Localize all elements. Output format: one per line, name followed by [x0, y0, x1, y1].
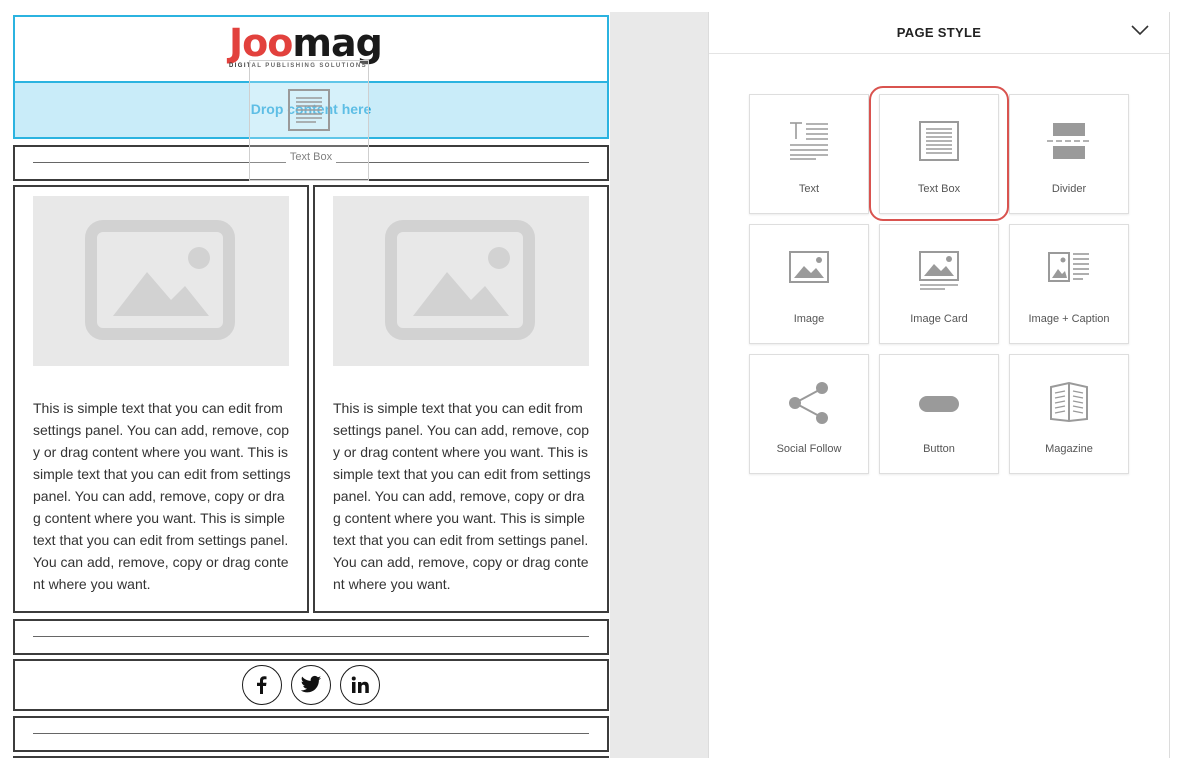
tile-label: Text [798, 183, 820, 195]
divider-icon [1047, 123, 1091, 159]
tile-image-caption[interactable]: Image + Caption [1009, 224, 1129, 344]
chevron-down-icon[interactable] [1131, 24, 1149, 36]
image-caption-icon [1048, 252, 1089, 282]
text-icon [790, 122, 828, 160]
social-follow-block[interactable] [13, 659, 609, 711]
divider-line [33, 636, 589, 637]
tile-label: Button [923, 443, 955, 455]
dragging-textbox-ghost[interactable] [249, 60, 369, 181]
panel-title: PAGE STYLE [896, 25, 982, 40]
tile-magazine[interactable]: Magazine [1009, 354, 1129, 474]
tile-label: Image [793, 313, 825, 325]
tile-label: Image Card [910, 313, 968, 325]
image-placeholder-icon [385, 220, 535, 340]
tile-label: Magazine [1045, 443, 1093, 455]
logo-red-part: Joo [229, 21, 293, 65]
facebook-icon[interactable] [242, 665, 282, 705]
content-column-right[interactable]: This is simple text that you can edit fr… [313, 185, 609, 613]
share-icon [789, 382, 828, 424]
tile-button[interactable]: Button [879, 354, 999, 474]
linkedin-icon[interactable] [340, 665, 380, 705]
magazine-icon [1050, 381, 1088, 423]
email-editor: Joomag DIGITAL PUBLISHING SOLUTIONS Drop… [0, 0, 1182, 758]
tile-image-card[interactable]: Image Card [879, 224, 999, 344]
image-placeholder[interactable] [333, 196, 589, 366]
tile-divider[interactable]: Divider [1009, 94, 1129, 214]
divider-line [33, 733, 589, 734]
image-placeholder[interactable] [33, 196, 289, 366]
logo-dark-part: mag [292, 21, 382, 65]
image-icon [789, 251, 829, 283]
social-icons-row [15, 665, 607, 705]
column-paragraph[interactable]: This is simple text that you can edit fr… [33, 397, 291, 595]
tile-label: Divider [1051, 183, 1087, 195]
column-paragraph[interactable]: This is simple text that you can edit fr… [333, 397, 591, 595]
twitter-icon[interactable] [291, 665, 331, 705]
textbox-ghost-icon [288, 89, 330, 131]
text-box-tile-highlight [869, 86, 1009, 221]
tile-label: Social Follow [776, 443, 842, 455]
email-canvas: Joomag DIGITAL PUBLISHING SOLUTIONS Drop… [0, 0, 620, 758]
image-placeholder-icon [85, 220, 235, 340]
tile-text[interactable]: Text [749, 94, 869, 214]
tile-social-follow[interactable]: Social Follow [749, 354, 869, 474]
divider-block[interactable] [13, 716, 609, 752]
image-card-icon [919, 251, 959, 290]
button-icon [919, 396, 959, 412]
panel-header[interactable]: PAGE STYLE [709, 12, 1169, 54]
content-column-left[interactable]: This is simple text that you can edit fr… [13, 185, 309, 613]
tile-label: Image + Caption [1028, 313, 1110, 325]
tile-image[interactable]: Image [749, 224, 869, 344]
divider-block[interactable] [13, 619, 609, 655]
canvas-gutter [610, 12, 708, 758]
